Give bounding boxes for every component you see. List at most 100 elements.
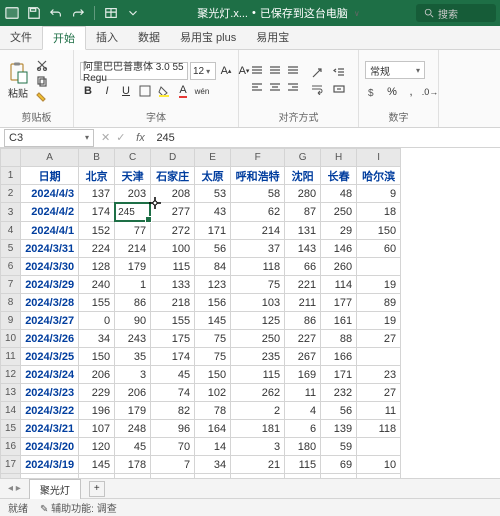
row-header[interactable]: 6: [1, 258, 21, 276]
data-cell[interactable]: 35: [115, 348, 151, 366]
data-cell[interactable]: 262: [231, 384, 285, 402]
data-cell[interactable]: 19: [357, 276, 401, 294]
col-header[interactable]: B: [79, 149, 115, 167]
search-box[interactable]: 搜索: [416, 4, 496, 22]
date-cell[interactable]: 2024/3/27: [21, 312, 79, 330]
data-cell[interactable]: 62: [231, 203, 285, 222]
data-cell[interactable]: 102: [195, 384, 231, 402]
row-header[interactable]: 7: [1, 276, 21, 294]
tab-4[interactable]: 易用宝 plus: [170, 25, 246, 49]
date-cell[interactable]: 2024/3/31: [21, 240, 79, 258]
currency-button[interactable]: $: [365, 84, 381, 100]
tab-2[interactable]: 插入: [86, 25, 128, 49]
data-cell[interactable]: 89: [357, 294, 401, 312]
row-header[interactable]: 3: [1, 203, 21, 222]
data-cell[interactable]: 77: [115, 222, 151, 240]
data-cell[interactable]: 34: [79, 330, 115, 348]
data-cell[interactable]: 250: [321, 203, 357, 222]
data-cell[interactable]: 171: [321, 366, 357, 384]
data-cell[interactable]: 0: [79, 312, 115, 330]
header-cell[interactable]: 太原: [195, 167, 231, 185]
grid[interactable]: ABCDEFGHI1日期北京天津石家庄太原呼和浩特沈阳长春哈尔滨22024/4/…: [0, 148, 500, 478]
data-cell[interactable]: 9: [357, 185, 401, 203]
data-cell[interactable]: 18: [357, 203, 401, 222]
data-cell[interactable]: 227: [285, 330, 321, 348]
data-cell[interactable]: 53: [195, 185, 231, 203]
data-cell[interactable]: 177: [195, 474, 231, 479]
increase-decimal-icon[interactable]: .0→: [422, 84, 438, 100]
paste-button[interactable]: 粘贴: [6, 60, 30, 102]
row-header[interactable]: 1: [1, 167, 21, 185]
date-cell[interactable]: 2024/4/1: [21, 222, 79, 240]
bold-button[interactable]: B: [80, 83, 96, 99]
table-icon[interactable]: [103, 5, 119, 21]
fill-color-button[interactable]: [156, 83, 172, 99]
data-cell[interactable]: 174: [79, 203, 115, 222]
col-header[interactable]: G: [285, 149, 321, 167]
cancel-icon[interactable]: ✕: [98, 131, 113, 144]
sheet-tab-active[interactable]: 聚光灯: [29, 479, 81, 499]
row-header[interactable]: 4: [1, 222, 21, 240]
font-name-select[interactable]: 阿里巴巴普惠体 3.0 55 Regu: [80, 62, 188, 80]
data-cell[interactable]: 11: [285, 384, 321, 402]
cut-icon[interactable]: [34, 58, 50, 72]
fx-icon[interactable]: fx: [132, 130, 148, 146]
data-cell[interactable]: 84: [195, 258, 231, 276]
col-header[interactable]: I: [357, 149, 401, 167]
data-cell[interactable]: 161: [321, 312, 357, 330]
italic-button[interactable]: I: [99, 83, 115, 99]
data-cell[interactable]: 272: [151, 222, 195, 240]
date-cell[interactable]: 2024/3/21: [21, 420, 79, 438]
data-cell[interactable]: 196: [79, 402, 115, 420]
data-cell[interactable]: 27: [357, 330, 401, 348]
data-cell[interactable]: 21: [231, 456, 285, 474]
header-cell[interactable]: 哈尔滨: [357, 167, 401, 185]
data-cell[interactable]: 75: [231, 276, 285, 294]
data-cell[interactable]: 128: [79, 258, 115, 276]
font-size-select[interactable]: 12▾: [190, 62, 216, 80]
tab-5[interactable]: 易用宝: [246, 25, 299, 49]
date-cell[interactable]: 2024/3/25: [21, 348, 79, 366]
wrap-text-icon[interactable]: [309, 82, 325, 96]
row-header[interactable]: 13: [1, 384, 21, 402]
data-cell[interactable]: 243: [115, 330, 151, 348]
col-header[interactable]: C: [115, 149, 151, 167]
header-cell[interactable]: 日期: [21, 167, 79, 185]
data-cell[interactable]: 27: [357, 384, 401, 402]
data-cell[interactable]: 3: [115, 366, 151, 384]
data-cell[interactable]: 125: [231, 312, 285, 330]
data-cell[interactable]: 45: [151, 366, 195, 384]
data-cell[interactable]: [357, 438, 401, 456]
copy-icon[interactable]: [34, 74, 50, 88]
data-cell[interactable]: 245: [115, 203, 150, 221]
data-cell[interactable]: 218: [151, 294, 195, 312]
data-cell[interactable]: 75: [195, 348, 231, 366]
data-cell[interactable]: 34: [195, 456, 231, 474]
data-cell[interactable]: 14: [195, 438, 231, 456]
data-cell[interactable]: 66: [285, 258, 321, 276]
align-grid[interactable]: [251, 66, 303, 96]
date-cell[interactable]: 2024/4/3: [21, 185, 79, 203]
underline-button[interactable]: U: [118, 83, 134, 99]
data-cell[interactable]: 114: [321, 276, 357, 294]
col-header[interactable]: H: [321, 149, 357, 167]
date-cell[interactable]: 2024/3/29: [21, 276, 79, 294]
data-cell[interactable]: 150: [195, 366, 231, 384]
data-cell[interactable]: 211: [285, 294, 321, 312]
data-cell[interactable]: 56: [195, 240, 231, 258]
header-cell[interactable]: 石家庄: [151, 167, 195, 185]
data-cell[interactable]: 123: [195, 276, 231, 294]
tab-3[interactable]: 数据: [128, 25, 170, 49]
data-cell[interactable]: 180: [285, 438, 321, 456]
data-cell[interactable]: 137: [79, 185, 115, 203]
data-cell[interactable]: 19: [357, 312, 401, 330]
data-cell[interactable]: 169: [285, 366, 321, 384]
data-cell[interactable]: 7: [151, 456, 195, 474]
save-icon[interactable]: [26, 5, 42, 21]
data-cell[interactable]: 214: [231, 222, 285, 240]
col-header[interactable]: D: [151, 149, 195, 167]
data-cell[interactable]: 3: [231, 438, 285, 456]
data-cell[interactable]: 86: [285, 312, 321, 330]
data-cell[interactable]: 279: [321, 474, 357, 479]
col-header[interactable]: F: [231, 149, 285, 167]
